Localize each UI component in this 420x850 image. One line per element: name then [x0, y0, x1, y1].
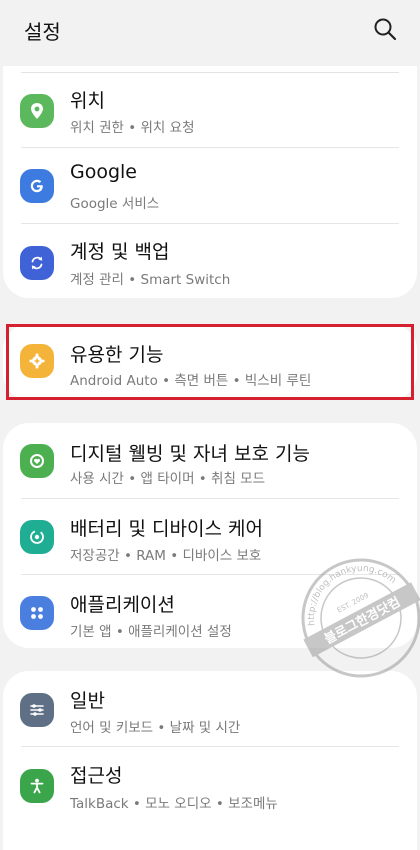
item-subtitle: TalkBack • 모노 오디오 • 보조메뉴: [70, 796, 278, 812]
item-title: Google: [70, 161, 138, 183]
sliders-icon: [20, 693, 54, 727]
apps-icon: [20, 596, 54, 630]
item-subtitle: 언어 및 키보드 • 날짜 및 시간: [70, 720, 241, 736]
wellbeing-icon: [20, 444, 54, 478]
settings-item-general[interactable]: 일반 언어 및 키보드 • 날짜 및 시간: [3, 671, 417, 747]
location-icon: [20, 94, 54, 128]
settings-item-battery-device-care[interactable]: 배터리 및 디바이스 케어 저장공간 • RAM • 디바이스 보호: [3, 499, 417, 575]
item-title: 유용한 기능: [70, 344, 164, 366]
item-subtitle: Android Auto • 측면 버튼 • 빅스비 루틴: [70, 373, 312, 389]
item-subtitle: Google 서비스: [70, 196, 160, 212]
item-title: 계정 및 백업: [70, 241, 170, 263]
item-subtitle: 저장공간 • RAM • 디바이스 보호: [70, 548, 262, 564]
sync-icon: [20, 246, 54, 280]
settings-item-digital-wellbeing[interactable]: 디지털 웰빙 및 자녀 보호 기능 사용 시간 • 앱 타이머 • 취침 모드: [3, 423, 417, 499]
settings-group-3: 디지털 웰빙 및 자녀 보호 기능 사용 시간 • 앱 타이머 • 취침 모드 …: [3, 423, 417, 648]
item-subtitle: 계정 관리 • Smart Switch: [70, 272, 231, 288]
item-title: 위치: [70, 90, 105, 112]
gear-plus-icon: [20, 344, 54, 378]
item-title: 배터리 및 디바이스 케어: [70, 518, 263, 540]
page-title: 설정: [24, 20, 61, 44]
settings-item-advanced-features[interactable]: 유용한 기능 Android Auto • 측면 버튼 • 빅스비 루틴: [3, 324, 417, 400]
settings-group-2: 유용한 기능 Android Auto • 측면 버튼 • 빅스비 루틴: [3, 324, 417, 400]
google-icon: [20, 169, 54, 203]
app-header: 설정: [0, 0, 420, 60]
settings-item-google[interactable]: Google Google 서비스: [3, 148, 417, 224]
device-care-icon: [20, 520, 54, 554]
search-icon[interactable]: [372, 16, 398, 42]
settings-group-4: 일반 언어 및 키보드 • 날짜 및 시간 접근성 TalkBack • 모노 …: [3, 671, 417, 850]
item-title: 디지털 웰빙 및 자녀 보호 기능: [70, 443, 310, 465]
item-title: 접근성: [70, 765, 123, 787]
item-title: 일반: [70, 690, 105, 712]
item-title: 애플리케이션: [70, 594, 175, 616]
settings-item-location[interactable]: 위치 위치 권한 • 위치 요청: [3, 72, 417, 148]
settings-item-accessibility[interactable]: 접근성 TalkBack • 모노 오디오 • 보조메뉴: [3, 747, 417, 823]
accessibility-icon: [20, 769, 54, 803]
settings-group-1: 위치 위치 권한 • 위치 요청 Google Google 서비스 계정 및 …: [3, 66, 417, 298]
item-subtitle: 위치 권한 • 위치 요청: [70, 120, 195, 136]
item-subtitle: 사용 시간 • 앱 타이머 • 취침 모드: [70, 471, 266, 487]
item-subtitle: 기본 앱 • 애플리케이션 설정: [70, 624, 232, 640]
settings-item-apps[interactable]: 애플리케이션 기본 앱 • 애플리케이션 설정: [3, 575, 417, 648]
settings-item-accounts-backup[interactable]: 계정 및 백업 계정 관리 • Smart Switch: [3, 224, 417, 298]
